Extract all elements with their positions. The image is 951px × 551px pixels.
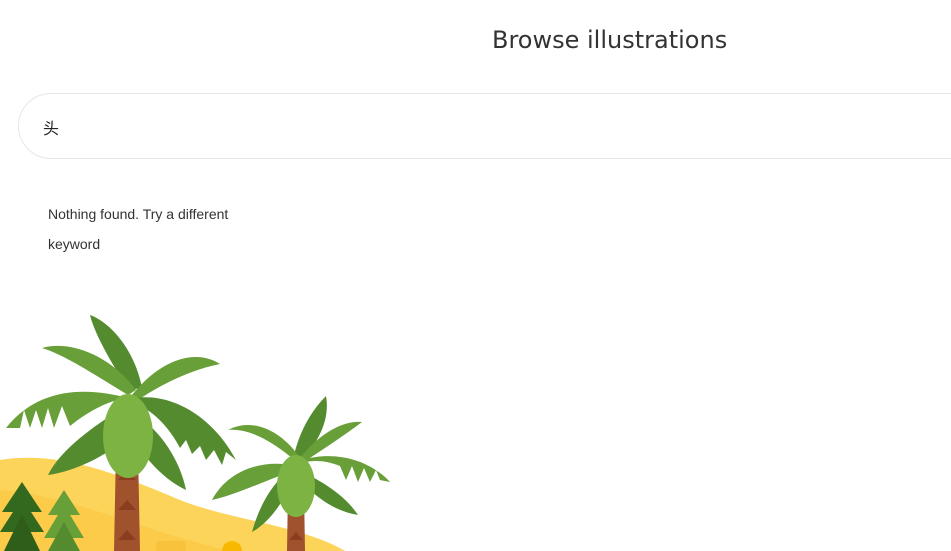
search-box[interactable] [18, 93, 951, 159]
page-title: Browse illustrations [492, 26, 728, 54]
sand-block [156, 541, 186, 551]
palm-trees-beach-illustration [0, 315, 390, 551]
page: Browse illustrations Nothing found. Try … [0, 0, 951, 551]
small-palm-leaves [212, 396, 390, 532]
empty-results-message: Nothing found. Try a different keyword [48, 206, 229, 252]
search-input[interactable] [43, 112, 923, 142]
